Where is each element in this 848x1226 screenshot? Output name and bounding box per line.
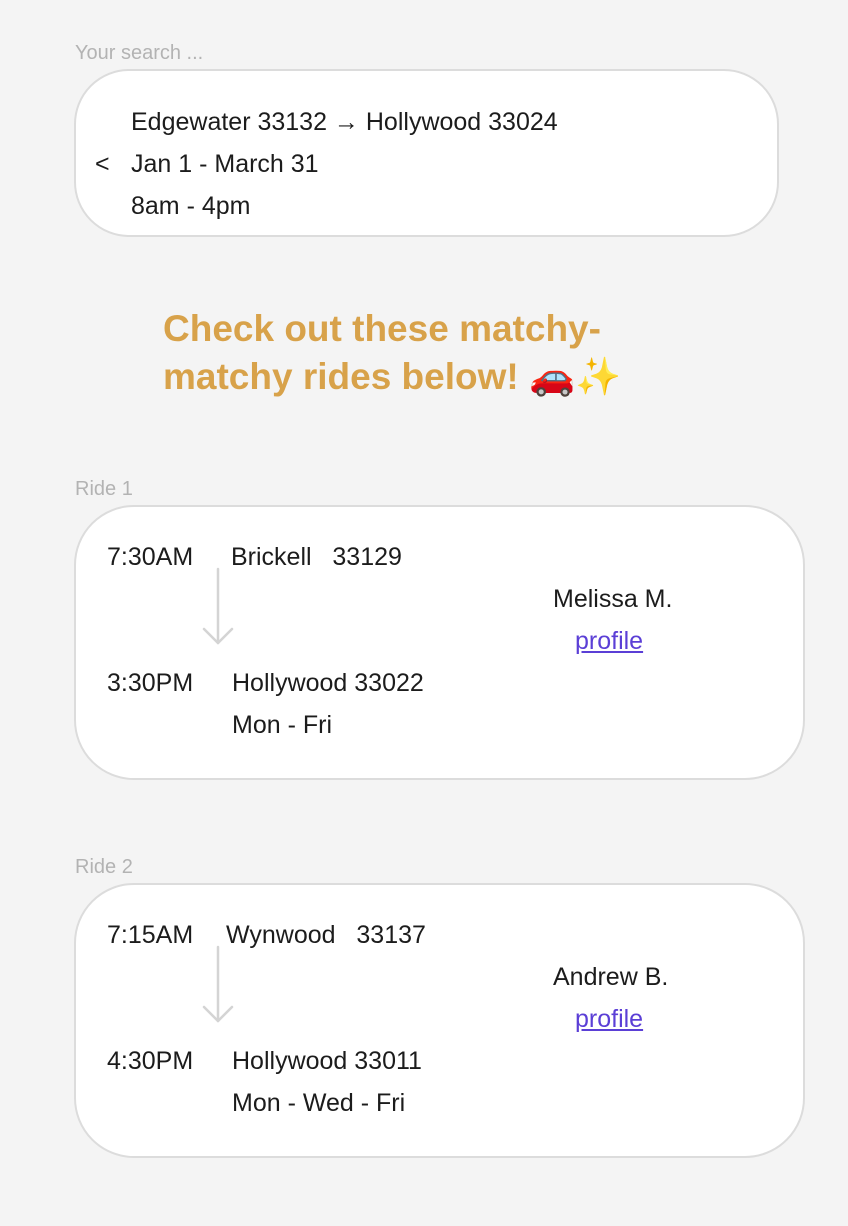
driver-name: Melissa M. [553, 585, 673, 613]
ride-days: Mon - Wed - Fri [232, 1089, 406, 1117]
ride-days: Mon - Fri [232, 711, 332, 739]
arrive-time: 3:30PM [107, 669, 194, 697]
ride-card: 7:30AM Brickell 33129 3:30PM Hollywood 3… [74, 505, 805, 780]
search-hours: 8am - 4pm [131, 192, 251, 220]
arrive-place: Hollywood 33011 [232, 1047, 422, 1075]
search-route: Edgewater 33132 → Hollywood 33024 [131, 108, 558, 136]
depart-place: Brickell 33129 [231, 543, 402, 571]
depart-time: 7:30AM [107, 543, 194, 571]
car-sparkles-emoji: 🚗✨ [529, 356, 622, 397]
ride-card: 7:15AM Wynwood 33137 4:30PM Hollywood 33… [74, 883, 805, 1158]
driver-name: Andrew B. [553, 963, 669, 991]
arrive-time: 4:30PM [107, 1047, 194, 1075]
search-label: Your search ... [75, 42, 204, 64]
arrive-place: Hollywood 33022 [232, 669, 424, 697]
profile-link[interactable]: profile [575, 1004, 643, 1034]
depart-place: Wynwood 33137 [226, 921, 426, 949]
profile-link[interactable]: profile [575, 626, 643, 656]
ride-label: Ride 2 [75, 856, 133, 878]
matches-heading: Check out these matchy-matchy rides belo… [163, 305, 723, 401]
depart-time: 7:15AM [107, 921, 194, 949]
back-button[interactable]: < [95, 149, 110, 179]
down-arrow-icon [202, 945, 234, 1023]
down-arrow-icon [202, 567, 234, 645]
search-summary-card[interactable]: < Edgewater 33132 → Hollywood 33024 Jan … [74, 69, 779, 237]
ride-label: Ride 1 [75, 478, 133, 500]
search-dates: Jan 1 - March 31 [131, 150, 319, 178]
